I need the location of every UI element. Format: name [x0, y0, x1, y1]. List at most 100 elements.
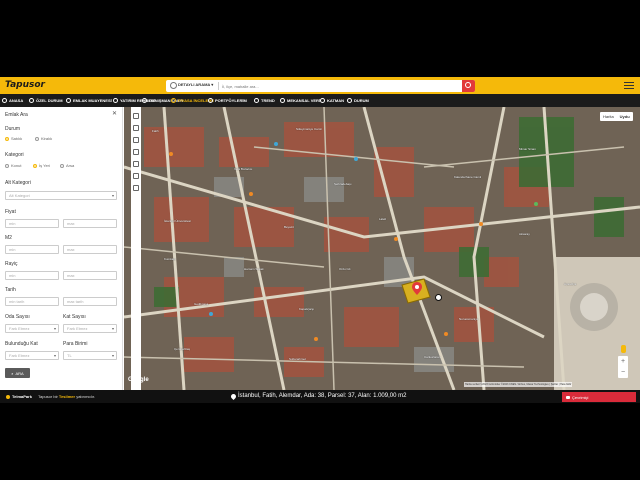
search-input[interactable] — [222, 81, 452, 91]
m2-max-input[interactable]: max — [63, 245, 117, 254]
map-label: Sultanahmet — [289, 357, 306, 361]
zoom-out-button[interactable]: − — [618, 367, 628, 378]
rayic-min-input[interactable]: min — [5, 271, 59, 280]
map-toolbar — [131, 107, 141, 390]
fiyat-min-input[interactable]: min — [5, 219, 59, 228]
oda-sayisi-select[interactable]: Fark Etmez — [5, 324, 59, 333]
nav-item-özel-durum[interactable]: ÖZEL DURUM — [29, 94, 63, 107]
m2-label: M2 — [5, 235, 12, 241]
layers-icon[interactable] — [133, 149, 139, 155]
map-label: Mimar Sinan — [519, 147, 536, 151]
poi-icon[interactable] — [479, 222, 483, 226]
footer-bar: TelmaPark Tapusor bir Tesilmer yatırımıd… — [0, 390, 640, 403]
nav-item-trend[interactable]: TREND — [254, 94, 275, 107]
map-attribution: Harita verileri ©2023 Görüntüler ©2023 C… — [464, 382, 573, 387]
map-label: Şehzadebaşı — [334, 182, 352, 186]
trend-icon — [254, 98, 259, 103]
search-bar: DETAYLI ARAMA ▾ — [166, 80, 475, 92]
kat-sayisi-label: Kat Sayısı — [63, 314, 86, 320]
poi-icon[interactable] — [314, 337, 318, 341]
zoom-in-button[interactable]: + — [618, 356, 628, 367]
map-label: Nuruosmaniye — [459, 317, 479, 321]
radio-konut[interactable]: Konut — [5, 163, 21, 168]
poi-icon[interactable] — [274, 142, 278, 146]
radio-arsa[interactable]: Arsa — [60, 163, 74, 168]
google-logo: Google — [128, 377, 149, 383]
location-pin-icon — [229, 392, 238, 400]
map-label: Hamam Sokak — [244, 267, 264, 271]
nav-item-emlak-muayenesi-[interactable]: EMLAK MUAYENESİ — [66, 94, 112, 107]
draw-polygon-icon[interactable] — [133, 125, 139, 131]
fiyat-label: Fiyat — [5, 209, 16, 215]
draw-line-icon[interactable] — [133, 113, 139, 119]
map-label: Fatih — [152, 129, 159, 133]
crosshair-icon[interactable] — [435, 294, 442, 301]
share-icon[interactable] — [133, 173, 139, 179]
close-icon[interactable]: ✕ — [112, 110, 117, 117]
app-logo[interactable]: Tapusor — [5, 80, 45, 90]
eye-icon — [171, 98, 176, 103]
parcel-info: İstanbul, Fatih, Alemdar, Ada: 38, Parse… — [229, 392, 406, 400]
hamburger-menu-icon[interactable] — [624, 82, 634, 90]
map-label: Çemberlitaş — [174, 347, 191, 351]
poi-icon[interactable] — [249, 192, 253, 196]
radio-is-yeri[interactable]: İş Yeri — [33, 163, 50, 168]
stack-icon — [320, 98, 325, 103]
nav-item-label: DURUM — [354, 98, 369, 103]
search-button[interactable] — [462, 80, 475, 92]
poi-icon[interactable] — [394, 237, 398, 241]
map-label: Süleymaniye Camii — [296, 127, 322, 131]
top-header: Tapusor DETAYLI ARAMA ▾ — [0, 77, 640, 94]
poi-icon[interactable] — [534, 202, 538, 206]
street-view-pegman-icon[interactable] — [621, 345, 626, 353]
nav-item-durum[interactable]: DURUM — [347, 94, 369, 107]
satellite-map[interactable]: Fatih Süleymaniye Camii Vefa Bozacısı Şe… — [124, 107, 640, 390]
radio-satilik[interactable]: Satılık — [5, 136, 22, 141]
tarih-max-input[interactable]: max tarih — [63, 297, 117, 306]
nav-item-label: MEKANSAL VERİ — [287, 98, 321, 103]
nav-item-portföyleri-m[interactable]: PORTFÖYLERİM — [208, 94, 247, 107]
map-label: Ordu Cd. — [339, 267, 352, 271]
clear-icon[interactable] — [133, 185, 139, 191]
map-label: Vefa Bozacısı — [234, 167, 253, 171]
brand-icon — [6, 394, 10, 399]
nav-item-mekansal-veri-[interactable]: MEKANSAL VERİ — [280, 94, 320, 107]
map-label: Kumkapı — [164, 257, 176, 261]
para-birimi-select[interactable]: TL — [63, 351, 117, 360]
tarih-min-input[interactable]: min tarih — [5, 297, 59, 306]
poi-icon[interactable] — [444, 332, 448, 336]
nav-item-anasa[interactable]: ANASA — [2, 94, 23, 107]
radio-kiralik[interactable]: Kiralık — [35, 136, 52, 141]
online-chat-button[interactable]: Çevrimiçi — [562, 392, 636, 402]
measure-icon[interactable] — [133, 137, 139, 143]
map-label: Kalenderhane Camii — [454, 175, 482, 179]
kat-sayisi-select[interactable]: Fark Etmez — [63, 324, 117, 333]
nav-item-label: TREND — [261, 98, 275, 103]
bulundugu-kat-select[interactable]: Fark Etmez — [5, 351, 59, 360]
alt-kategori-label: Alt Kategori — [5, 180, 31, 186]
layers-icon — [280, 98, 285, 103]
search-panel: Emlak Ara ✕ Durum Satılık Kiralık Katego… — [0, 107, 123, 390]
m2-min-input[interactable]: min — [5, 245, 59, 254]
poi-icon[interactable] — [169, 152, 173, 156]
durum-label: Durum — [5, 126, 21, 132]
map-type-uydu[interactable]: Uydu — [617, 112, 633, 121]
nav-item-katman[interactable]: KATMAN — [320, 94, 344, 107]
alt-kategori-select[interactable]: Alt Kategori — [5, 191, 117, 200]
rayic-max-input[interactable]: max — [63, 271, 117, 280]
nav-item-label: ANASA — [9, 98, 24, 103]
nav-item-label: ÖZEL DURUM — [36, 98, 63, 103]
fiyat-max-input[interactable]: max — [63, 219, 117, 228]
info-icon[interactable] — [133, 161, 139, 167]
rayic-label: Rayiç — [5, 261, 18, 267]
location-pin-icon[interactable] — [412, 282, 422, 295]
map-label: Beyazıt — [284, 225, 295, 229]
search-icon — [66, 98, 71, 103]
ara-button[interactable]: ⌕ ARA — [5, 368, 30, 378]
main-nav: ANASA ÖZEL DURUM EMLAK MUAYENESİ YATIRIM RE… — [0, 94, 640, 107]
map-type-harita[interactable]: Harita — [600, 112, 617, 121]
poi-icon[interactable] — [354, 157, 358, 161]
search-type-dropdown[interactable]: DETAYLI ARAMA ▾ — [178, 82, 213, 87]
poi-icon[interactable] — [209, 312, 213, 316]
folder-icon — [208, 98, 213, 103]
